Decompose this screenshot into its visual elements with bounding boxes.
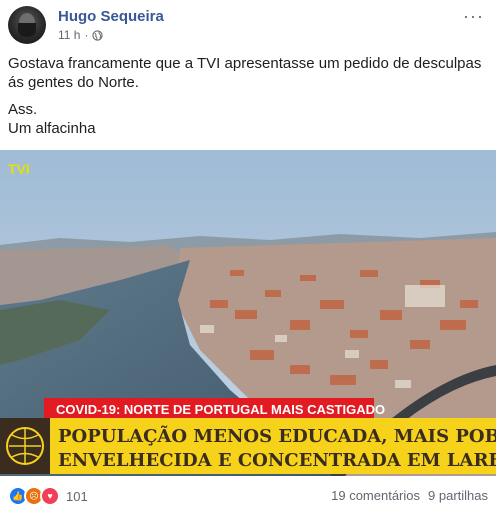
- banner-top-text: COVID-19: NORTE DE PORTUGAL MAIS CASTIGA…: [56, 402, 385, 417]
- post-signature: Ass.: [8, 101, 38, 118]
- post-text: Gostava francamente que a TVI apresentas…: [8, 54, 488, 146]
- banner-line2: ENVELHECIDA E CONCENTRADA EM LARES: [58, 450, 496, 471]
- avatar[interactable]: [8, 6, 46, 44]
- tv-logo: TVI: [8, 161, 30, 177]
- reactions[interactable]: 👍 ☹ ♥ 101: [8, 486, 88, 506]
- more-options-icon[interactable]: ···: [463, 6, 484, 27]
- post-meta: 11 h ·: [58, 28, 104, 42]
- post-photo[interactable]: TVI COVID-19: NORTE DE PORTUGAL MAIS CAS…: [0, 150, 496, 476]
- love-icon: ♥: [40, 486, 60, 506]
- globe-icon: [92, 29, 104, 41]
- author-name[interactable]: Hugo Sequeira: [58, 8, 164, 25]
- post-stats: 19 comentários 9 partilhas: [331, 488, 488, 503]
- post-time[interactable]: 11 h: [58, 28, 80, 42]
- post-paragraph: Gostava francamente que a TVI apresentas…: [8, 55, 482, 91]
- comments-link[interactable]: 19 comentários: [331, 488, 420, 503]
- shares-link[interactable]: 9 partilhas: [428, 488, 488, 503]
- porto-tv-screenshot: TVI COVID-19: NORTE DE PORTUGAL MAIS CAS…: [0, 150, 496, 476]
- post-footer: 👍 ☹ ♥ 101 19 comentários 9 partilhas: [0, 480, 496, 510]
- post-header: Hugo Sequeira 11 h · ···: [8, 6, 488, 46]
- post-signature-name: Um alfacinha: [8, 120, 96, 137]
- banner-line1: POPULAÇÃO MENOS EDUCADA, MAIS POBRE,: [58, 424, 496, 447]
- reaction-count[interactable]: 101: [66, 489, 88, 504]
